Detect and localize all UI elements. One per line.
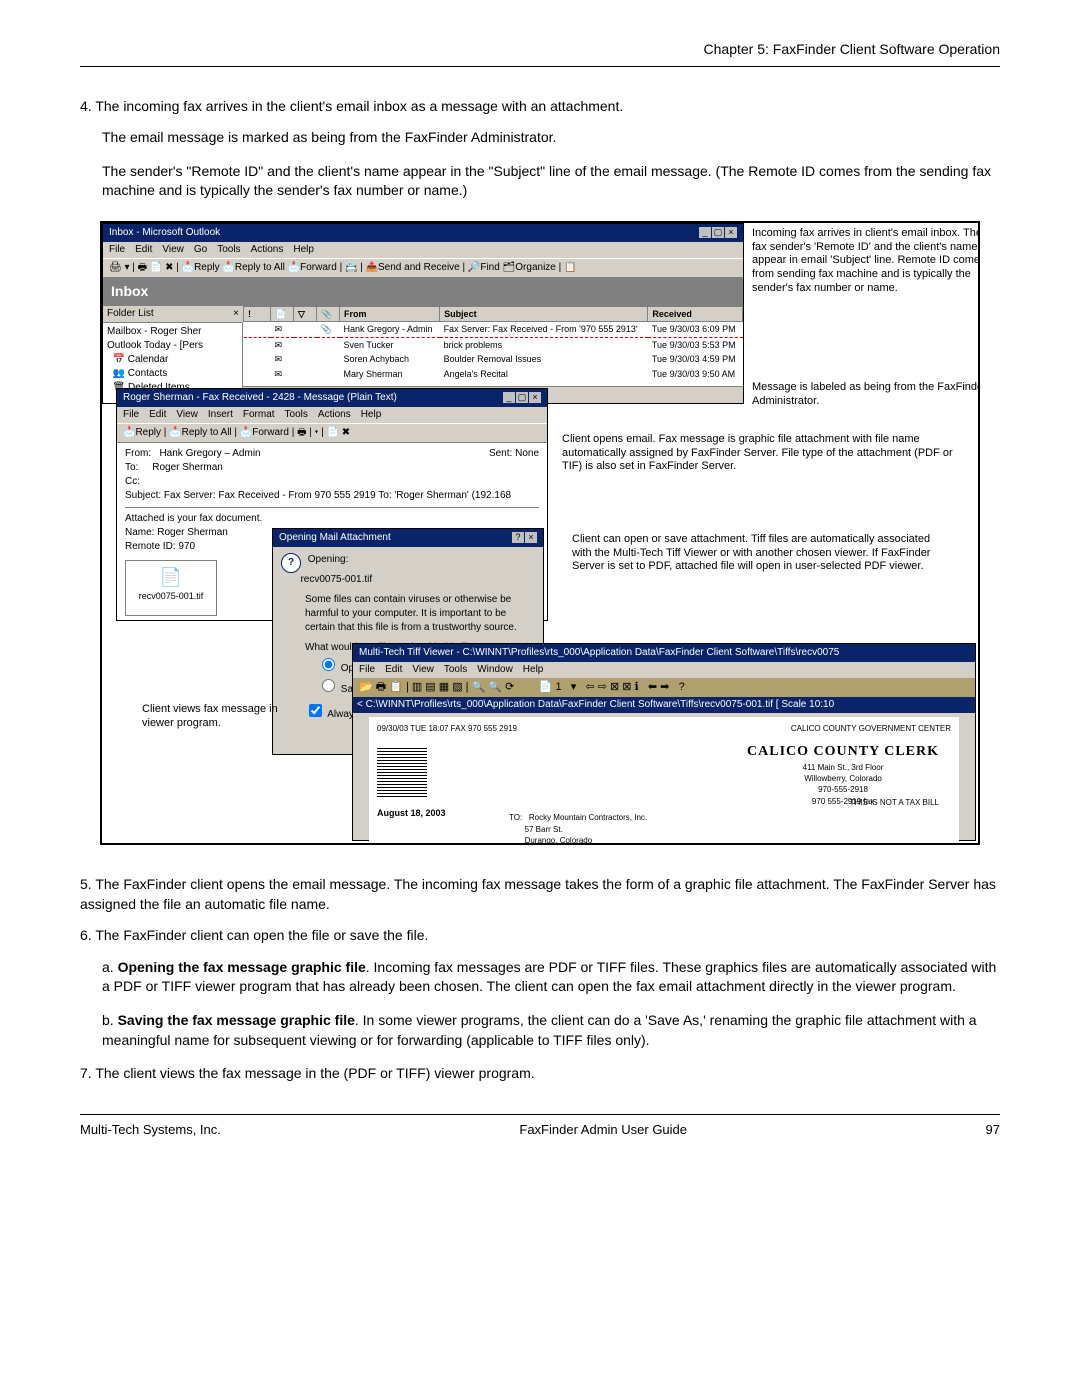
letter-to-label: TO:: [509, 813, 522, 822]
tiff-docbar: < C:\WINNT\Profiles\rts_000\Application …: [353, 697, 975, 713]
header-rule: [80, 66, 1000, 67]
sent-value: None: [515, 448, 539, 459]
company-addr: 411 Main St., 3rd Floor: [747, 762, 939, 773]
outlook-window: Inbox - Microsoft Outlook _▢× FileEditVi…: [102, 223, 744, 404]
message-menubar[interactable]: FileEditViewInsertFormatToolsActionsHelp: [117, 407, 547, 423]
annotation-4: Client can open or save attachment. Tiff…: [572, 533, 932, 574]
folder-item[interactable]: 📅 Calendar: [107, 353, 238, 367]
footer-page-number: 97: [986, 1121, 1000, 1139]
step-6b: b. Saving the fax message graphic file. …: [102, 1011, 1000, 1050]
message-toolbar[interactable]: 📩Reply | 📩Reply to All | 📩Forward | 🖶 | …: [117, 423, 547, 443]
subject-value: Fax Server: Fax Received - From 970 555 …: [164, 490, 511, 501]
to-value: Roger Sherman: [152, 462, 223, 473]
outlook-titlebar: Inbox - Microsoft Outlook _▢×: [103, 224, 743, 242]
annotation-5: Client views fax message in viewer progr…: [142, 703, 302, 731]
footer-rule: [80, 1114, 1000, 1115]
folder-list-label: Folder List: [107, 307, 154, 321]
annotation-2: Message is labeled as being from the Fax…: [752, 381, 980, 409]
fax-thumbnail-icon: [377, 747, 427, 797]
outlook-toolbar[interactable]: 🖨 ▾ | 🖶 📄 ✖ | 📩Reply 📩Reply to All 📩Forw…: [103, 258, 743, 278]
sent-label: Sent:: [489, 448, 512, 459]
inbox-banner: Inbox: [103, 278, 743, 306]
from-value: Hank Gregory – Admin: [159, 448, 260, 459]
col-subject[interactable]: Subject: [440, 306, 648, 322]
step-5: 5. The FaxFinder client opens the email …: [80, 875, 1000, 914]
save-to-disk-radio[interactable]: [322, 679, 335, 692]
footer-center: FaxFinder Admin User Guide: [519, 1121, 687, 1139]
message-list: !📄▽📎 From Subject Received ✉📎 Hank Grego…: [243, 306, 743, 387]
col-from[interactable]: From: [340, 306, 440, 322]
outlook-menubar[interactable]: FileEditViewGoToolsActionsHelp: [103, 242, 743, 258]
composite-figure: Inbox - Microsoft Outlook _▢× FileEditVi…: [100, 221, 980, 845]
folder-close-icon[interactable]: ×: [233, 307, 239, 321]
fax-page: 09/30/03 TUE 18:07 FAX 970 555 2919 CALI…: [369, 717, 959, 845]
step-4-line3: The sender's "Remote ID" and the client'…: [102, 162, 1000, 201]
message-row[interactable]: ✉Mary ShermanAngela's RecitalTue 9/30/03…: [244, 367, 743, 382]
col-received[interactable]: Received: [648, 306, 743, 322]
dialog-help-close[interactable]: ?×: [511, 531, 537, 545]
question-icon: ?: [281, 553, 301, 573]
page-footer: Multi-Tech Systems, Inc. FaxFinder Admin…: [80, 1121, 1000, 1139]
folder-item[interactable]: 👥 Contacts: [107, 367, 238, 381]
dialog-warning: Some files can contain viruses or otherw…: [305, 593, 535, 635]
message-row[interactable]: ✉Soren AchybachBoulder Removal IssuesTue…: [244, 352, 743, 367]
opening-file: recv0075-001.tif: [300, 574, 372, 585]
message-body-line: Attached is your fax document.: [125, 512, 539, 526]
annotation-3: Client opens email. Fax message is graph…: [562, 433, 962, 474]
message-titlebar: Roger Sherman - Fax Received - 2428 - Me…: [117, 389, 547, 407]
folder-item[interactable]: Outlook Today - [Pers: [107, 339, 238, 353]
tiff-viewer-window: Multi-Tech Tiff Viewer - C:\WINNT\Profil…: [352, 643, 976, 841]
annotation-1: Incoming fax arrives in client's email i…: [752, 227, 980, 296]
step-6a: a. Opening the fax message graphic file.…: [102, 958, 1000, 997]
fax-header-left: 09/30/03 TUE 18:07 FAX 970 555 2919: [377, 723, 517, 734]
page-header: Chapter 5: FaxFinder Client Software Ope…: [80, 40, 1000, 60]
from-label: From:: [125, 448, 151, 459]
dialog-title: Opening Mail Attachment: [279, 531, 391, 545]
outlook-title-text: Inbox - Microsoft Outlook: [109, 226, 220, 240]
tiff-menubar[interactable]: FileEditViewToolsWindowHelp: [353, 662, 975, 678]
fax-header-right: CALICO COUNTY GOVERNMENT CENTER: [791, 723, 951, 734]
tiff-title: Multi-Tech Tiff Viewer - C:\WINNT\Profil…: [359, 646, 839, 660]
letter-date: August 18, 2003: [377, 807, 446, 820]
step-6: 6. The FaxFinder client can open the fil…: [80, 926, 1000, 946]
step-4-line2: The email message is marked as being fro…: [102, 128, 1000, 148]
opening-label: Opening:: [308, 554, 349, 565]
message-row[interactable]: ✉📎 Hank Gregory - Admin Fax Server: Fax …: [244, 322, 743, 338]
not-tax-bill-note: THIS IS NOT A TAX BILL: [850, 797, 939, 808]
company-addr: Willowberry, Colorado: [747, 773, 939, 784]
window-buttons[interactable]: _▢×: [502, 391, 541, 405]
cc-label: Cc:: [125, 476, 140, 487]
company-name: CALICO COUNTY CLERK: [747, 742, 939, 762]
tiff-toolbar[interactable]: 📂 🖶 📋 | ▥ ▤ ▦ ▧ | 🔍 🔍 ⟳ 📄 1 ▾ ⇦ ⇨ ⊠ ⊠ ℹ …: [353, 678, 975, 697]
message-row[interactable]: ✉Sven Tuckerbrick problemsTue 9/30/03 5:…: [244, 337, 743, 352]
folder-item[interactable]: Mailbox - Roger Sher: [107, 325, 238, 339]
step-7: 7. The client views the fax message in t…: [80, 1064, 1000, 1084]
step-4-line1: 4. The incoming fax arrives in the clien…: [80, 97, 1000, 117]
window-buttons[interactable]: _▢×: [698, 226, 737, 240]
footer-left: Multi-Tech Systems, Inc.: [80, 1121, 221, 1139]
company-phone: 970-555-2918: [747, 784, 939, 795]
subject-label: Subject:: [125, 490, 161, 501]
to-label: To:: [125, 462, 138, 473]
open-it-radio[interactable]: [322, 658, 335, 671]
always-ask-checkbox[interactable]: [309, 704, 322, 717]
attachment-icon[interactable]: 📄 recv0075-001.tif: [125, 560, 217, 616]
